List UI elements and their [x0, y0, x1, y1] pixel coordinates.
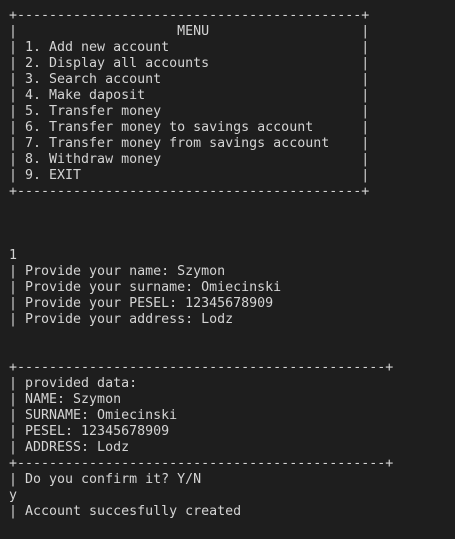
menu-item-transfer-from-savings: | 7. Transfer money from savings account… — [9, 136, 370, 151]
menu-item-make-deposit: | 4. Make daposit | — [9, 88, 370, 103]
summary-name: | NAME: Szymon — [9, 392, 122, 407]
confirm-prompt: | Do you confirm it? Y/N — [9, 472, 202, 487]
prompt-surname: | Provide your surname: Omiecinski — [9, 280, 282, 295]
menu-item-withdraw-money: | 8. Withdraw money | — [9, 152, 370, 167]
menu-title: | MENU | — [9, 24, 370, 39]
menu-border-top: +---------------------------------------… — [9, 8, 370, 23]
summary-border-top: +---------------------------------------… — [9, 360, 394, 375]
summary-pesel: | PESEL: 12345678909 — [9, 424, 170, 439]
user-input-choice: 1 — [9, 248, 18, 263]
summary-surname: | SURNAME: Omiecinski — [9, 408, 178, 423]
success-message: | Account succesfully created — [9, 504, 242, 519]
summary-border-bottom: +---------------------------------------… — [9, 456, 394, 471]
user-input-confirm: y — [9, 488, 18, 503]
summary-heading: | provided data: — [9, 376, 138, 391]
menu-item-transfer-money: | 5. Transfer money | — [9, 104, 370, 119]
menu-item-display-all-accounts: | 2. Display all accounts | — [9, 56, 370, 71]
menu-item-add-new-account: | 1. Add new account | — [9, 40, 370, 55]
terminal-output: +---------------------------------------… — [0, 0, 455, 539]
prompt-name: | Provide your name: Szymon — [9, 264, 226, 279]
menu-item-search-account: | 3. Search account | — [9, 72, 370, 87]
menu-item-exit: | 9. EXIT | — [9, 168, 370, 183]
prompt-address: | Provide your address: Lodz — [9, 312, 234, 327]
menu-item-transfer-to-savings: | 6. Transfer money to savings account | — [9, 120, 370, 135]
prompt-pesel: | Provide your PESEL: 12345678909 — [9, 296, 274, 311]
menu-border-bottom: +---------------------------------------… — [9, 184, 370, 199]
summary-address: | ADDRESS: Lodz — [9, 440, 130, 455]
